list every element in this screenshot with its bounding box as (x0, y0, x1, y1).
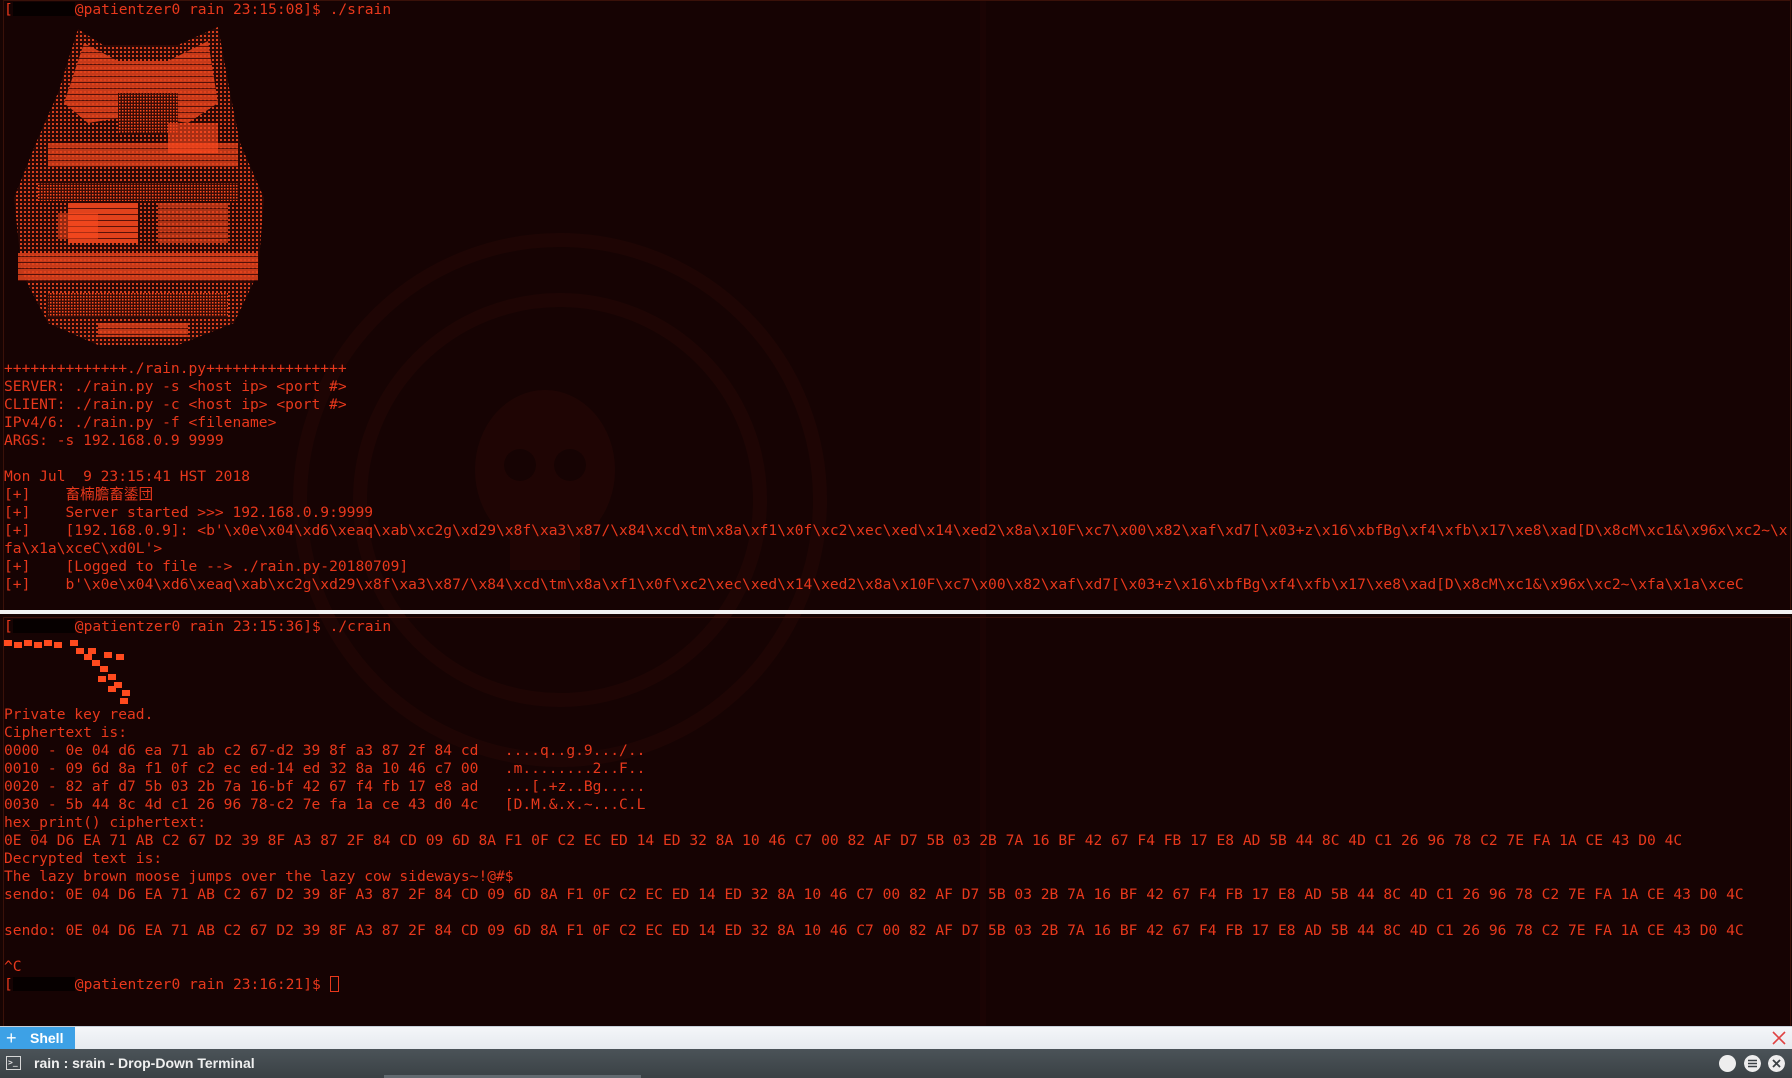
prompt-open-bracket: [ (4, 1, 13, 18)
ascii-art-small-logo (4, 640, 130, 704)
hexdump-row: 0020 - 82 af d7 5b 03 2b 7a 16-bf 42 67 … (4, 778, 646, 795)
date-line: Mon Jul 9 23:15:41 HST 2018 (4, 468, 251, 485)
window-title: rain : srain - Drop-Down Terminal (34, 1055, 255, 1071)
log-line-server-started: [+] Server started >>> 192.168.0.9:9999 (4, 504, 374, 521)
ascii-art-owl-logo (14, 27, 264, 345)
decrypted-label: Decrypted text is: (4, 850, 163, 867)
prompt-text: @patientzer0 rain 23:16:21]$ (74, 976, 330, 993)
log-line-glyphs: [+] 畜楠膽畜鋈団 (4, 486, 154, 503)
hexdump-row: 0000 - 0e 04 d6 ea 71 ab c2 67-d2 39 8f … (4, 742, 646, 759)
prompt-command: @patientzer0 rain 23:15:08]$ ./srain (74, 1, 392, 18)
terminal-icon: >_ (6, 1056, 21, 1070)
hexdump-row: 0010 - 09 6d 8a f1 0f c2 ec ed-14 ed 32 … (4, 760, 646, 777)
sendo-line: sendo: 0E 04 D6 EA 71 AB C2 67 D2 39 8F … (4, 922, 1744, 939)
close-x-icon[interactable] (1770, 1029, 1788, 1047)
prompt-open-bracket: [ (4, 976, 13, 993)
hex-print-label: hex_print() ciphertext: (4, 814, 207, 831)
key-read-line: Private key read. (4, 706, 154, 723)
terminal-pane-bottom[interactable]: [ @patientzer0 rain 23:15:36]$ ./crain Pr… (3, 617, 1791, 1027)
usage-server: SERVER: ./rain.py -s <host ip> <port #> (4, 378, 347, 395)
log-line-logged-file: [+] [Logged to file --> ./rain.py-201807… (4, 558, 409, 575)
ciphertext-label: Ciphertext is: (4, 724, 128, 741)
usage-client: CLIENT: ./rain.py -c <host ip> <port #> (4, 396, 347, 413)
prompt-line: [ @patientzer0 rain 23:15:36]$ ./crain (4, 618, 391, 636)
redacted-username (12, 2, 75, 16)
log-line-received-bytes: [+] [192.168.0.9]: <b'\x0e\x04\xd6\xeaq\… (4, 522, 1788, 557)
terminal-tab-bar: + Shell (0, 1026, 1792, 1049)
decrypted-text: The lazy brown moose jumps over the lazy… (4, 868, 514, 885)
usage-file: IPv4/6: ./rain.py -f <filename> (4, 414, 277, 431)
prompt-open-bracket: [ (4, 618, 13, 635)
tab-shell[interactable]: + Shell (0, 1027, 75, 1049)
hexdump-row: 0030 - 5b 44 8c 4d c1 26 96 78-c2 7e fa … (4, 796, 646, 813)
sendo-line: sendo: 0E 04 D6 EA 71 AB C2 67 D2 39 8F … (4, 886, 1744, 903)
redacted-username (12, 977, 75, 991)
args-line: ARGS: -s 192.168.0.9 9999 (4, 432, 224, 449)
interrupt-line: ^C (4, 958, 22, 975)
pane-divider[interactable] (0, 610, 1792, 614)
active-prompt-line[interactable]: [ @patientzer0 rain 23:16:21]$ (4, 976, 339, 994)
window-title-bar: >_ rain : srain - Drop-Down Terminal (0, 1049, 1792, 1078)
menu-icon[interactable] (1744, 1055, 1761, 1072)
plus-icon[interactable]: + (6, 1027, 17, 1049)
circle-icon[interactable] (1719, 1055, 1736, 1072)
hex-print-values: 0E 04 D6 EA 71 AB C2 67 D2 39 8F A3 87 2… (4, 832, 1683, 849)
usage-banner: ++++++++++++++./rain.py++++++++++++++++ (4, 360, 347, 377)
tab-label: Shell (30, 1030, 64, 1046)
redacted-username (12, 619, 75, 633)
close-circle-icon[interactable] (1768, 1055, 1785, 1072)
log-line-bytes: [+] b'\x0e\x04\xd6\xeaq\xab\xc2g\xd29\x8… (4, 576, 1744, 593)
text-cursor (329, 976, 339, 992)
terminal-pane-top[interactable]: [ @patientzer0 rain 23:15:08]$ ./srain ++… (3, 0, 1791, 611)
prompt-line: [ @patientzer0 rain 23:15:08]$ ./srain (4, 1, 391, 19)
prompt-command: @patientzer0 rain 23:15:36]$ ./crain (74, 618, 392, 635)
